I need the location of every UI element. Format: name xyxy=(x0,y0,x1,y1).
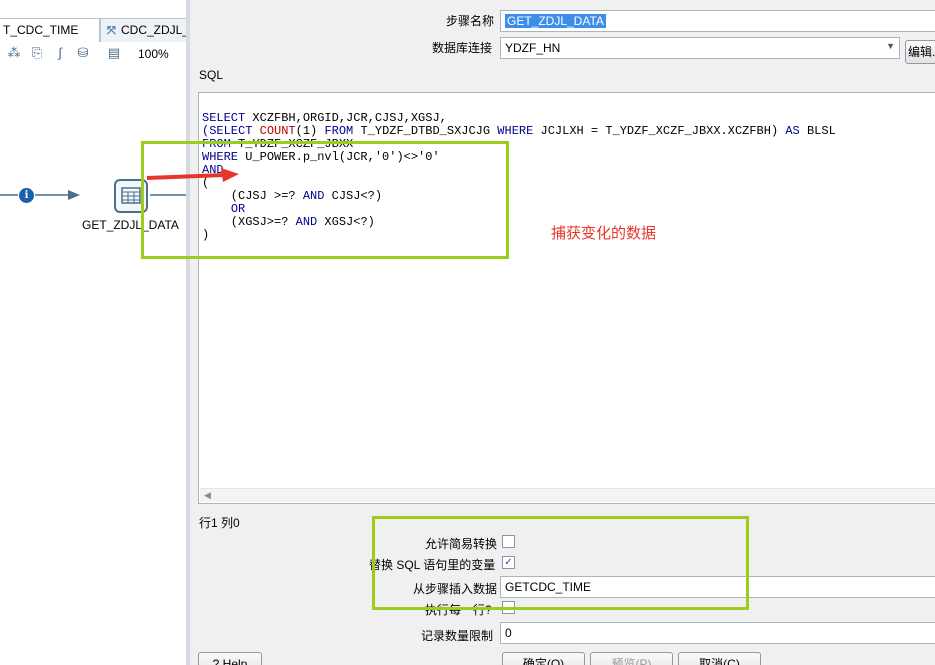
limit-input[interactable]: 0 xyxy=(500,622,935,644)
db-connection-label: 数据库连接 xyxy=(432,41,493,55)
sql-line-1-rest: XCZFBH,ORGID,JCR,CJSJ,XGSJ, xyxy=(252,111,447,125)
help-button[interactable]: ? Help xyxy=(198,652,262,665)
tab-t-cdc-time[interactable]: T_CDC_TIME xyxy=(0,18,100,42)
limit-label: 记录数量限制 xyxy=(421,629,494,643)
tab-label: CDC_ZDJL_ xyxy=(121,23,186,37)
zoom-level[interactable]: 100% xyxy=(138,47,169,61)
tab-cdc-zdjl[interactable]: ⤧ CDC_ZDJL_ xyxy=(100,18,186,42)
transformation-icon: ⤧ xyxy=(107,25,116,37)
db-connection-select[interactable]: YDZF_HN ▼ xyxy=(500,37,900,59)
help-button-label: Help xyxy=(222,657,248,665)
align-icon[interactable]: ⁂ xyxy=(6,45,22,61)
tab-bar: T_CDC_TIME ⤧ CDC_ZDJL_ xyxy=(0,18,186,42)
stepname-label: 步骤名称 xyxy=(446,14,495,28)
sql-label: SQL xyxy=(199,68,224,82)
script-icon[interactable]: ∫ xyxy=(52,45,68,61)
layout-icon[interactable]: ▤ xyxy=(106,45,122,61)
stepname-value: GET_ZDJL_DATA xyxy=(505,14,606,28)
canvas-toolbar: ⁂ ⎘ ∫ ⛁ ▤ 100% xyxy=(0,44,186,64)
annotation-box-options xyxy=(372,516,749,610)
info-icon[interactable]: i xyxy=(19,188,34,203)
limit-value: 0 xyxy=(505,626,512,640)
stepname-input[interactable]: GET_ZDJL_DATA xyxy=(500,10,935,32)
tab-label: T_CDC_TIME xyxy=(3,23,79,37)
annotation-red-arrow xyxy=(146,168,239,182)
db-connection-value: YDZF_HN xyxy=(505,41,561,55)
sql-icon[interactable]: ⛁ xyxy=(75,45,91,61)
preview-button[interactable]: 预览(P) xyxy=(590,652,673,665)
sql-horizontal-scrollbar[interactable]: ◀ xyxy=(200,488,935,502)
help-icon: ? xyxy=(212,657,220,665)
ok-button[interactable]: 确定(O) xyxy=(502,652,585,665)
annotation-box-sql xyxy=(141,141,509,259)
scroll-left-icon[interactable]: ◀ xyxy=(204,490,211,501)
chevron-down-icon: ▼ xyxy=(886,41,895,51)
check-icon[interactable]: ⎘ xyxy=(29,45,45,61)
cursor-position: 行1 列0 xyxy=(199,516,240,530)
edit-connection-button[interactable]: 编辑... xyxy=(905,40,935,64)
transformation-canvas-pane: T_CDC_TIME ⤧ CDC_ZDJL_ ⁂ ⎘ ∫ ⛁ ▤ 100% i xyxy=(0,0,186,665)
annotation-text: 捕获变化的数据 xyxy=(551,225,657,242)
cancel-button[interactable]: 取消(C) xyxy=(678,652,761,665)
